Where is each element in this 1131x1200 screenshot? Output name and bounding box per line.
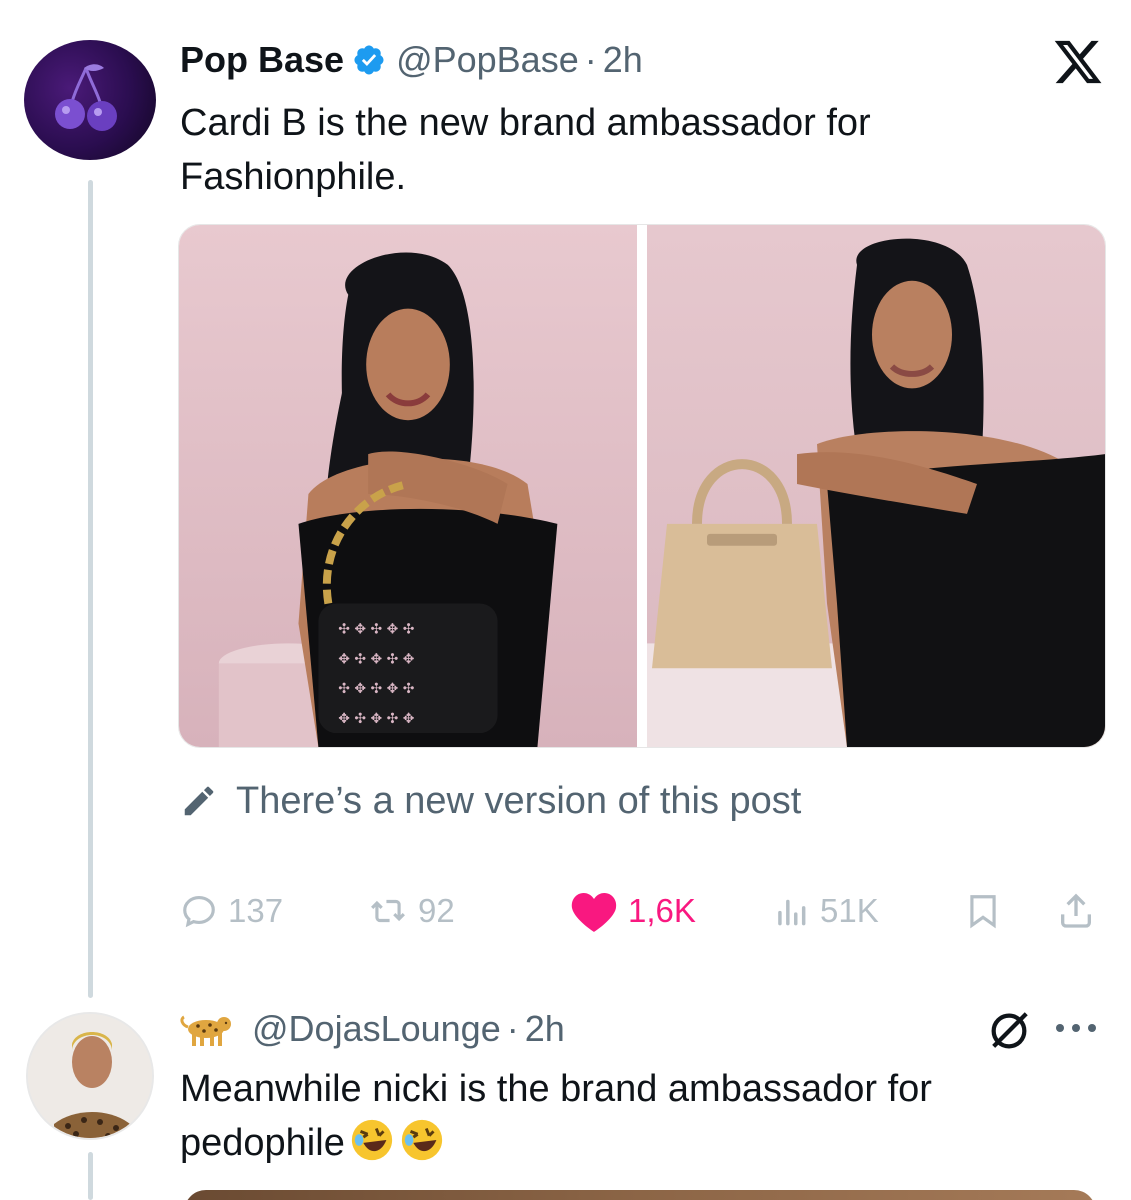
media-photo-1[interactable]: ✣ ✥ ✣ ✥ ✣ ✥ ✣ ✥ ✣ ✥ ✣ ✥ ✣ ✥ ✣ ✥ ✣ ✥ ✣ ✥ [179,225,637,747]
svg-text:✣ ✥ ✣ ✥ ✣: ✣ ✥ ✣ ✥ ✣ [338,621,414,637]
dojaslounge-avatar[interactable] [26,1012,154,1140]
thread-view: Pop Base @PopBase · 2h Cardi B is the ne… [0,0,1131,1200]
svg-text:✥ ✣ ✥ ✣ ✥: ✥ ✣ ✥ ✣ ✥ [338,651,414,667]
more-options-icon[interactable] [1056,1018,1106,1038]
reply-text: Meanwhile nicki is the brand ambassador … [180,1062,1100,1170]
photo-cardi-hermes-bag [647,225,1105,747]
handle[interactable]: @PopBase [396,39,579,81]
tweet-actions: 137 92 1,6K 51K [180,884,1110,938]
rolling-on-floor-laughing-emoji [351,1119,392,1161]
repost-count: 92 [418,892,455,929]
tweet-media[interactable]: ✣ ✥ ✣ ✥ ✣ ✥ ✣ ✥ ✣ ✥ ✣ ✥ ✣ ✥ ✣ ✥ ✣ ✥ ✣ ✥ [178,224,1106,748]
repost-icon [371,899,405,923]
reply-handle[interactable]: @DojasLounge [252,1008,501,1050]
reply-button[interactable]: 137 [180,884,283,938]
svg-text:✣ ✥ ✣ ✥ ✣: ✣ ✥ ✣ ✥ ✣ [338,681,414,697]
bookmark-button[interactable] [964,884,1002,938]
avatar-photo [28,1014,152,1138]
svg-text:✥ ✣ ✥ ✣ ✥: ✥ ✣ ✥ ✣ ✥ [338,711,414,727]
verified-badge-icon [354,45,384,75]
x-logo-icon [1054,40,1102,84]
separator-dot: · [506,1008,519,1049]
like-count: 1,6K [628,892,696,929]
bookmark-icon [970,895,996,929]
photo-cardi-lv-bag: ✣ ✥ ✣ ✥ ✣ ✥ ✣ ✥ ✣ ✥ ✣ ✥ ✣ ✥ ✣ ✥ ✣ ✥ ✣ ✥ [179,225,637,747]
repost-button[interactable]: 92 [368,884,455,938]
display-name[interactable]: Pop Base [180,39,344,81]
popbase-avatar[interactable] [24,40,156,160]
separator-dot: · [584,39,597,80]
pencil-icon [184,786,214,816]
thread-connector-lower [88,1152,93,1200]
reply-text-body: Meanwhile nicki is the brand ambassador … [180,1068,932,1164]
leopard-icon [180,1015,231,1046]
view-count: 51K [820,892,879,929]
share-button[interactable] [1056,884,1096,938]
views-chart-icon [778,899,806,926]
reply-media-preview[interactable] [184,1190,1096,1200]
like-button[interactable]: 1,6K [570,884,696,938]
heart-filled-icon [571,893,617,932]
tweet-header: Pop Base @PopBase · 2h [180,38,643,82]
timestamp[interactable]: 2h [603,39,643,81]
new-version-text: There’s a new version of this post [236,779,802,822]
rolling-on-floor-laughing-emoji [401,1119,442,1161]
reply-icon [183,895,215,928]
views-button[interactable]: 51K [772,884,879,938]
reply-timestamp[interactable]: 2h [525,1008,565,1050]
grok-icon[interactable] [986,1008,1032,1054]
cherry-icon [55,64,117,131]
media-photo-2[interactable] [647,225,1105,747]
thread-connector [88,180,93,998]
reply-count: 137 [228,892,284,929]
reply-header: @DojasLounge · 2h [180,1006,565,1052]
share-icon [1061,893,1091,928]
new-version-notice[interactable]: There’s a new version of this post [180,776,801,826]
tweet-text: Cardi B is the new brand ambassador for … [180,102,871,198]
